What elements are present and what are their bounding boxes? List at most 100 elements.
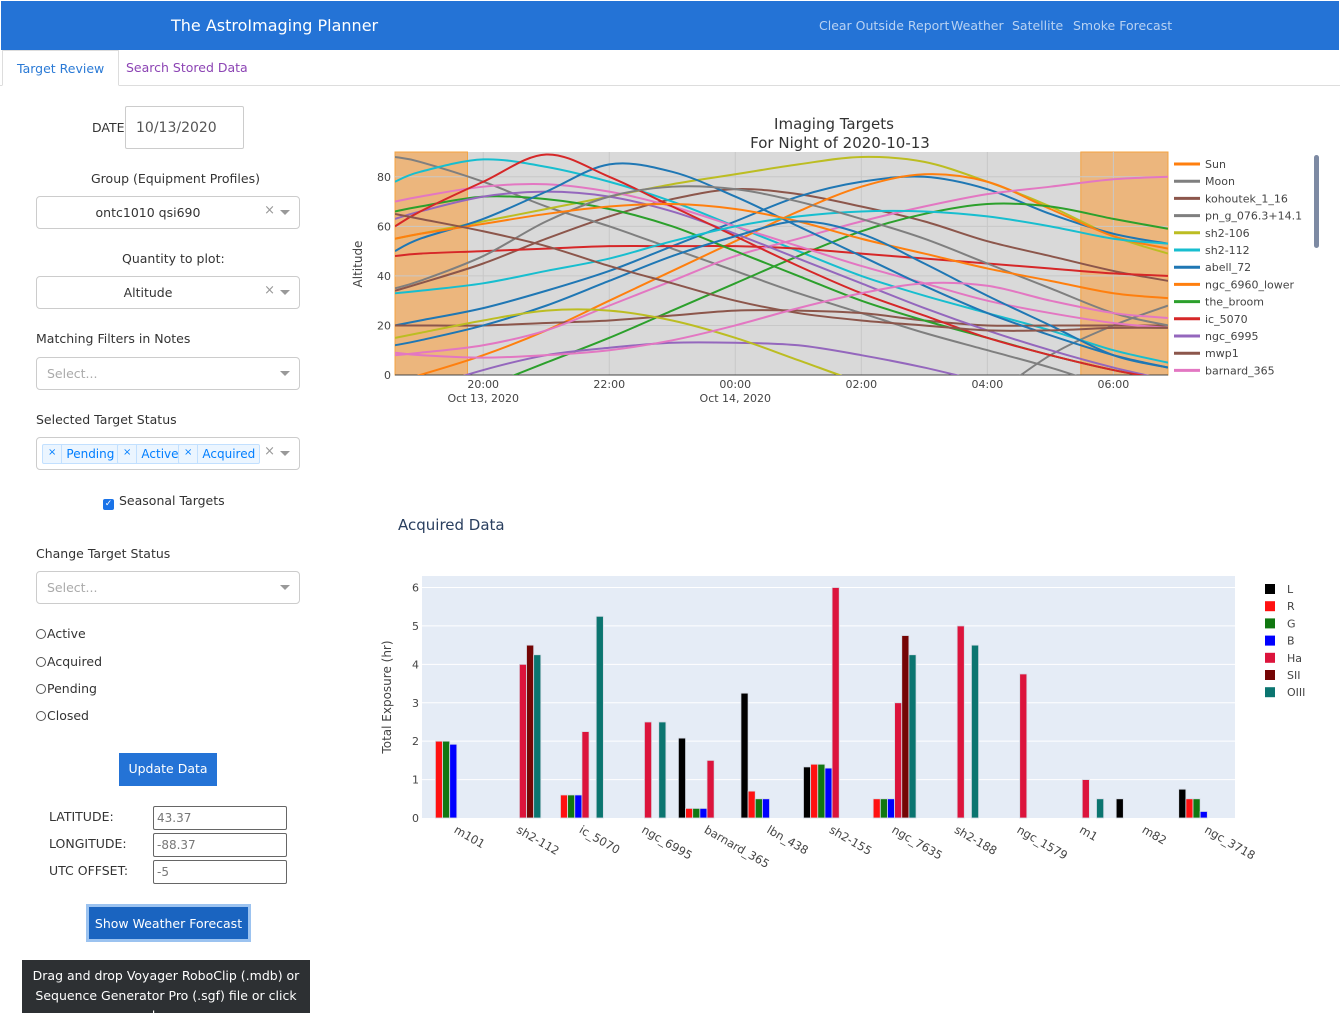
bar-barnard_365-R: [685, 807, 694, 819]
legend-label-ic_5070: ic_5070: [1205, 313, 1248, 326]
x-tick-label: sh2-155: [827, 822, 874, 857]
seasonal-targets-checkbox[interactable]: ✓ Seasonal Targets: [103, 493, 225, 510]
remove-icon[interactable]: ×: [43, 445, 63, 463]
chevron-down-icon[interactable]: [280, 451, 290, 456]
bar-lbn_438-G: [754, 798, 763, 819]
bar-ngc_3718-R: [1185, 798, 1194, 819]
bar-m82-L: [1115, 798, 1124, 819]
chip-label: Pending: [66, 447, 115, 461]
chart-subtitle: For Night of 2020-10-13: [750, 134, 930, 152]
bar-m1-OIII: [1096, 798, 1105, 819]
bar-sh2-112-Ha: [518, 663, 527, 819]
twilight-shading: [394, 151, 468, 376]
status-multiselect[interactable]: × Pending × Active × Acquired ×: [36, 437, 300, 470]
y-axis-label: Total Exposure (hr): [380, 640, 394, 754]
legend-label-mwp1: mwp1: [1205, 347, 1239, 360]
bar-ngc_6995-Ha: [644, 721, 653, 819]
bar-ngc_7635-OIII: [908, 654, 917, 819]
legend-label-ngc_6960_lower: ngc_6960_lower: [1205, 278, 1295, 291]
bar-lbn_438-B: [761, 798, 770, 819]
bar-barnard_365-L: [678, 737, 686, 819]
bar-ngc_3718-L: [1178, 788, 1187, 819]
status-chip-acquired[interactable]: × Acquired: [178, 444, 261, 464]
legend-label-Ha: Ha: [1287, 652, 1302, 665]
bar-lbn_438-R: [747, 790, 756, 819]
x-tick-label: ic_5070: [577, 822, 623, 856]
checkbox-checked-icon[interactable]: ✓: [103, 499, 114, 510]
x-tick-label: 06:00: [1098, 378, 1130, 391]
bar-sh2-188-OIII: [971, 644, 979, 819]
legend-swatch-SII: [1265, 670, 1275, 680]
bar-ngc_7635-SII: [901, 635, 910, 819]
acquired-data-chart[interactable]: 0 1 2 3 4 5 6 Total Exposure (hr) m101 sh2-112 ic_…: [0, 560, 1340, 880]
y-tick-label: 4: [412, 658, 419, 671]
bar-ngc_7635-Ha: [894, 702, 903, 819]
x-tick-label: ngc_3718: [1202, 822, 1257, 862]
legend-swatch-Ha: [1265, 652, 1275, 663]
altitude-chart[interactable]: Imaging TargetsFor Night of 2020-10-1302…: [0, 0, 1340, 420]
x-tick-date-label: Oct 14, 2020: [700, 392, 772, 405]
y-tick-label: 1: [412, 774, 419, 787]
y-tick-label: 6: [412, 582, 419, 595]
y-tick-label: 80: [377, 171, 391, 184]
x-tick-label: 00:00: [719, 378, 751, 391]
bar-ngc_6995-OIII: [658, 721, 667, 819]
y-tick-label: 60: [377, 220, 391, 233]
bar-ic_5070-R: [560, 794, 569, 819]
x-tick-date-label: Oct 13, 2020: [447, 392, 519, 405]
bar-sh2-112-SII: [526, 644, 535, 819]
y-tick-label: 2: [412, 735, 419, 748]
legend-swatch-G: [1265, 618, 1275, 629]
remove-icon[interactable]: ×: [118, 445, 138, 463]
show-weather-forecast-button[interactable]: Show Weather Forecast: [86, 904, 251, 942]
legend-label-Sun: Sun: [1205, 158, 1226, 171]
legend-label-sh2-106: sh2-106: [1205, 227, 1250, 240]
clear-icon[interactable]: ×: [264, 444, 275, 459]
legend-label-barnard_365: barnard_365: [1205, 364, 1275, 377]
bar-sh2-188-Ha: [956, 625, 965, 819]
bar-m101-G: [442, 740, 451, 819]
legend-scrollbar[interactable]: [1314, 155, 1319, 248]
twilight-shading: [1080, 151, 1169, 376]
bar-sh2-155-L: [803, 766, 812, 819]
legend-label-pn_g_076.3+14.1: pn_g_076.3+14.1: [1205, 210, 1302, 223]
x-tick-label: lbn_438: [764, 822, 810, 857]
legend-label-kohoutek_1_16: kohoutek_1_16: [1205, 192, 1288, 205]
legend-label-Moon: Moon: [1205, 175, 1235, 188]
bar-m101-B: [449, 743, 458, 819]
bar-barnard_365-Ha: [706, 759, 715, 819]
x-tick-label: sh2-188: [952, 822, 999, 857]
status-chip-pending[interactable]: × Pending: [42, 444, 120, 464]
remove-icon[interactable]: ×: [179, 445, 199, 463]
status-chip-active[interactable]: × Active: [117, 444, 184, 464]
x-tick-label: barnard_365: [702, 822, 772, 870]
legend-swatch-B: [1265, 635, 1275, 646]
bar-sh2-155-R: [810, 763, 819, 819]
x-tick-label: m1: [1077, 822, 1100, 843]
bar-ngc_1579-Ha: [1019, 673, 1028, 819]
chip-label: Acquired: [202, 447, 256, 461]
x-tick-label: ngc_6995: [639, 822, 694, 862]
x-tick-label: 04:00: [972, 378, 1004, 391]
y-tick-label: 20: [377, 319, 391, 332]
bar-ngc_7635-B: [887, 798, 896, 819]
legend-label-sh2-112: sh2-112: [1205, 244, 1250, 257]
bar-ic_5070-Ha: [581, 731, 590, 819]
upload-text-line2: Sequence Generator Pro (.sgf) file or cl…: [35, 988, 297, 1023]
x-tick-label: m82: [1140, 822, 1169, 847]
chip-label: Active: [141, 447, 179, 461]
legend-label-ngc_6995: ngc_6995: [1205, 330, 1259, 343]
x-tick-label: m101: [452, 822, 488, 851]
change-status-label: Change Target Status: [36, 546, 171, 561]
legend-label-R: R: [1287, 600, 1295, 613]
x-tick-label: 22:00: [593, 378, 625, 391]
legend-label-the_broom: the_broom: [1205, 296, 1264, 309]
x-tick-label: sh2-112: [514, 822, 561, 857]
y-axis-label: Altitude: [351, 241, 365, 288]
bar-ic_5070-G: [567, 794, 576, 819]
chart-title: Imaging Targets: [774, 115, 894, 133]
file-upload-dropzone[interactable]: Drag and drop Voyager RoboClip (.mdb) or…: [22, 960, 310, 1023]
y-tick-label: 3: [412, 697, 419, 710]
bar-sh2-112-OIII: [533, 654, 542, 819]
bar-lbn_438-L: [740, 692, 749, 819]
